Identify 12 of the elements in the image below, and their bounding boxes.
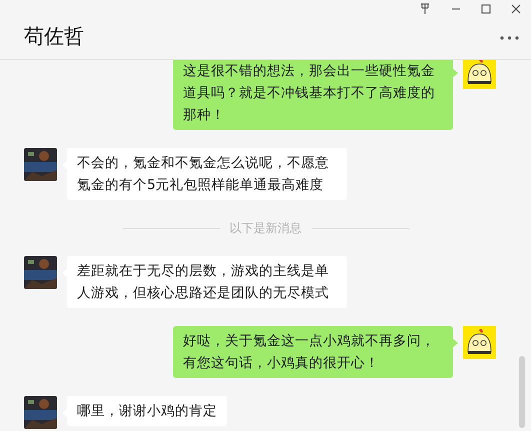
new-messages-notice: 以下是新消息 xyxy=(230,220,302,236)
message-bubble: 好哒，关于氪金这一点小鸡就不再多问，有您这句话，小鸡真的很开心！ xyxy=(173,326,453,378)
chick-avatar-icon xyxy=(463,326,496,359)
message-bubble: 差距就在于无尽的层数，游戏的主线是单人游戏，但核心思路还是团队的无尽模式 xyxy=(67,256,347,308)
scrollbar[interactable] xyxy=(519,356,525,428)
chat-title: 苟佐哲 xyxy=(24,23,84,50)
close-icon[interactable] xyxy=(511,3,521,15)
message-bubble: 不会的，氪金和不氪金怎么说呢，不愿意氪金的有个5元礼包照样能单通最高难度 xyxy=(67,148,347,200)
more-icon[interactable] xyxy=(500,36,519,40)
message-bubble: 哪里，谢谢小鸡的肯定 xyxy=(67,396,227,426)
pin-icon[interactable] xyxy=(419,3,431,15)
maximize-icon[interactable] xyxy=(481,3,491,15)
